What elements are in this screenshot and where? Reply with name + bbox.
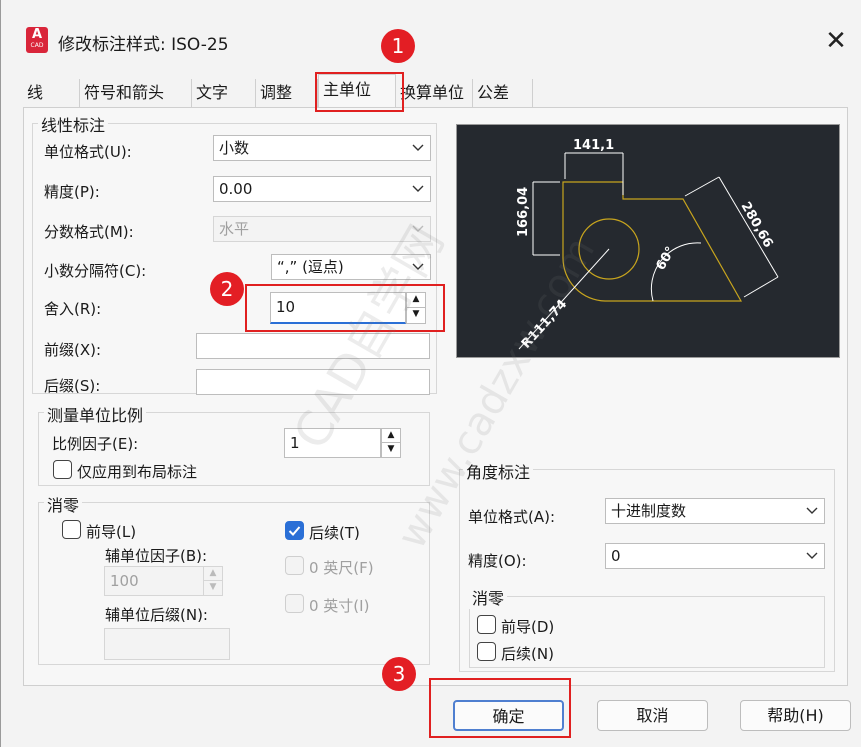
close-button[interactable]: ✕: [819, 24, 853, 58]
dialog-window: A CAD 修改标注样式: ISO-25 ✕ 线 符号和箭头 文字 调整 主单位 …: [0, 0, 861, 747]
suffix-label: 后缀(S):: [44, 377, 101, 395]
preview-drawing: 141,1 166,04 280,66 60° R111,74: [516, 138, 779, 352]
dimension-preview: 141,1 166,04 280,66 60° R111,74: [456, 124, 840, 358]
step-badge-1: 1: [381, 29, 415, 63]
sub-unit-factor-input: 100: [104, 566, 204, 596]
sub-unit-suffix-label: 辅单位后缀(N):: [105, 606, 208, 624]
decimal-separator-label: 小数分隔符(C):: [44, 262, 147, 280]
title-bar: A CAD 修改标注样式: ISO-25 ✕: [1, 0, 861, 62]
close-icon: ✕: [825, 26, 847, 56]
leading-zero-label: 前导(L): [86, 523, 137, 541]
highlight-box-ok: [429, 678, 571, 738]
leading-zero-checkbox[interactable]: [62, 520, 81, 539]
tab-lines[interactable]: 线: [23, 79, 80, 107]
chevron-down-icon: [412, 263, 424, 270]
angular-group-title: 角度标注: [463, 459, 534, 483]
prefix-input[interactable]: [196, 333, 430, 359]
round-off-label: 舍入(R):: [44, 300, 102, 318]
zero-inches-checkbox: [285, 594, 304, 613]
spin-down-icon: ▼: [209, 582, 217, 592]
zero-feet-checkbox: [285, 556, 304, 575]
checkmark-icon: [288, 526, 301, 536]
angle-unit-format-select[interactable]: 十进制度数: [605, 498, 825, 524]
highlight-box-tab: [315, 72, 404, 112]
scale-group-title: 测量单位比例: [44, 402, 147, 426]
trailing-zero-checkbox[interactable]: [285, 521, 304, 540]
angle-zero-title: 消零: [469, 585, 508, 609]
zero-suppression-title: 消零: [44, 492, 83, 516]
highlight-box-round: [245, 284, 445, 332]
angle-precision-label: 精度(O):: [468, 552, 527, 570]
spin-up-icon[interactable]: ▲: [382, 429, 400, 443]
angle-precision-select[interactable]: 0: [605, 543, 825, 569]
layout-only-label: 仅应用到布局标注: [77, 463, 198, 481]
unit-format-select[interactable]: 小数: [213, 135, 431, 161]
cancel-button[interactable]: 取消: [597, 700, 708, 731]
angle-leading-checkbox[interactable]: [477, 615, 496, 634]
chevron-down-icon: [412, 144, 424, 151]
decimal-separator-select[interactable]: “,” (逗点): [271, 254, 431, 280]
angle-unit-format-label: 单位格式(A):: [468, 508, 556, 526]
scale-factor-spinner[interactable]: ▲ ▼: [381, 428, 401, 458]
tab-symbols-arrows[interactable]: 符号和箭头: [80, 79, 192, 107]
prefix-label: 前缀(X):: [44, 341, 102, 359]
suffix-input[interactable]: [196, 369, 430, 395]
angle-leading-label: 前导(D): [501, 618, 555, 636]
fraction-format-label: 分数格式(M):: [44, 223, 134, 241]
chevron-down-icon: [806, 507, 818, 514]
preview-dim-right: 280,66: [738, 200, 776, 251]
linear-group-title: 线性标注: [38, 112, 109, 136]
precision-select[interactable]: 0.00: [213, 176, 431, 202]
autocad-app-icon: A CAD: [26, 27, 48, 53]
layout-only-checkbox[interactable]: [53, 460, 72, 479]
spin-up-icon: ▲: [204, 567, 222, 581]
unit-format-label: 单位格式(U):: [44, 143, 132, 161]
zero-inches-label: 0 英寸(I): [309, 597, 370, 615]
preview-dim-radius: R111,74: [519, 297, 570, 352]
fraction-format-select: 水平: [213, 216, 431, 242]
tab-tolerances[interactable]: 公差: [473, 79, 533, 107]
sub-unit-suffix-input: [104, 628, 230, 660]
dialog-title: 修改标注样式: ISO-25: [58, 35, 229, 55]
preview-dim-left: 166,04: [516, 187, 531, 237]
trailing-zero-label: 后续(T): [309, 524, 360, 542]
chevron-down-icon: [806, 552, 818, 559]
precision-label: 精度(P):: [44, 183, 100, 201]
zero-feet-label: 0 英尺(F): [309, 559, 374, 577]
tab-alternate-units[interactable]: 换算单位: [396, 79, 473, 107]
angle-trailing-label: 后续(N): [501, 645, 554, 663]
chevron-down-icon: [412, 185, 424, 192]
chevron-down-icon: [412, 225, 424, 232]
sub-unit-factor-label: 辅单位因子(B):: [105, 547, 208, 565]
tab-text[interactable]: 文字: [192, 79, 256, 107]
sub-unit-factor-spinner: ▲ ▼: [203, 566, 223, 596]
preview-dim-top: 141,1: [573, 138, 614, 153]
step-badge-3: 3: [382, 657, 416, 691]
help-button[interactable]: 帮助(H): [740, 700, 851, 731]
scale-factor-label: 比例因子(E):: [52, 435, 139, 453]
step-badge-2: 2: [210, 272, 244, 306]
scale-factor-input[interactable]: 1: [284, 428, 381, 458]
spin-down-icon[interactable]: ▼: [382, 443, 400, 457]
tab-fit[interactable]: 调整: [256, 79, 318, 107]
angle-trailing-checkbox[interactable]: [477, 642, 496, 661]
